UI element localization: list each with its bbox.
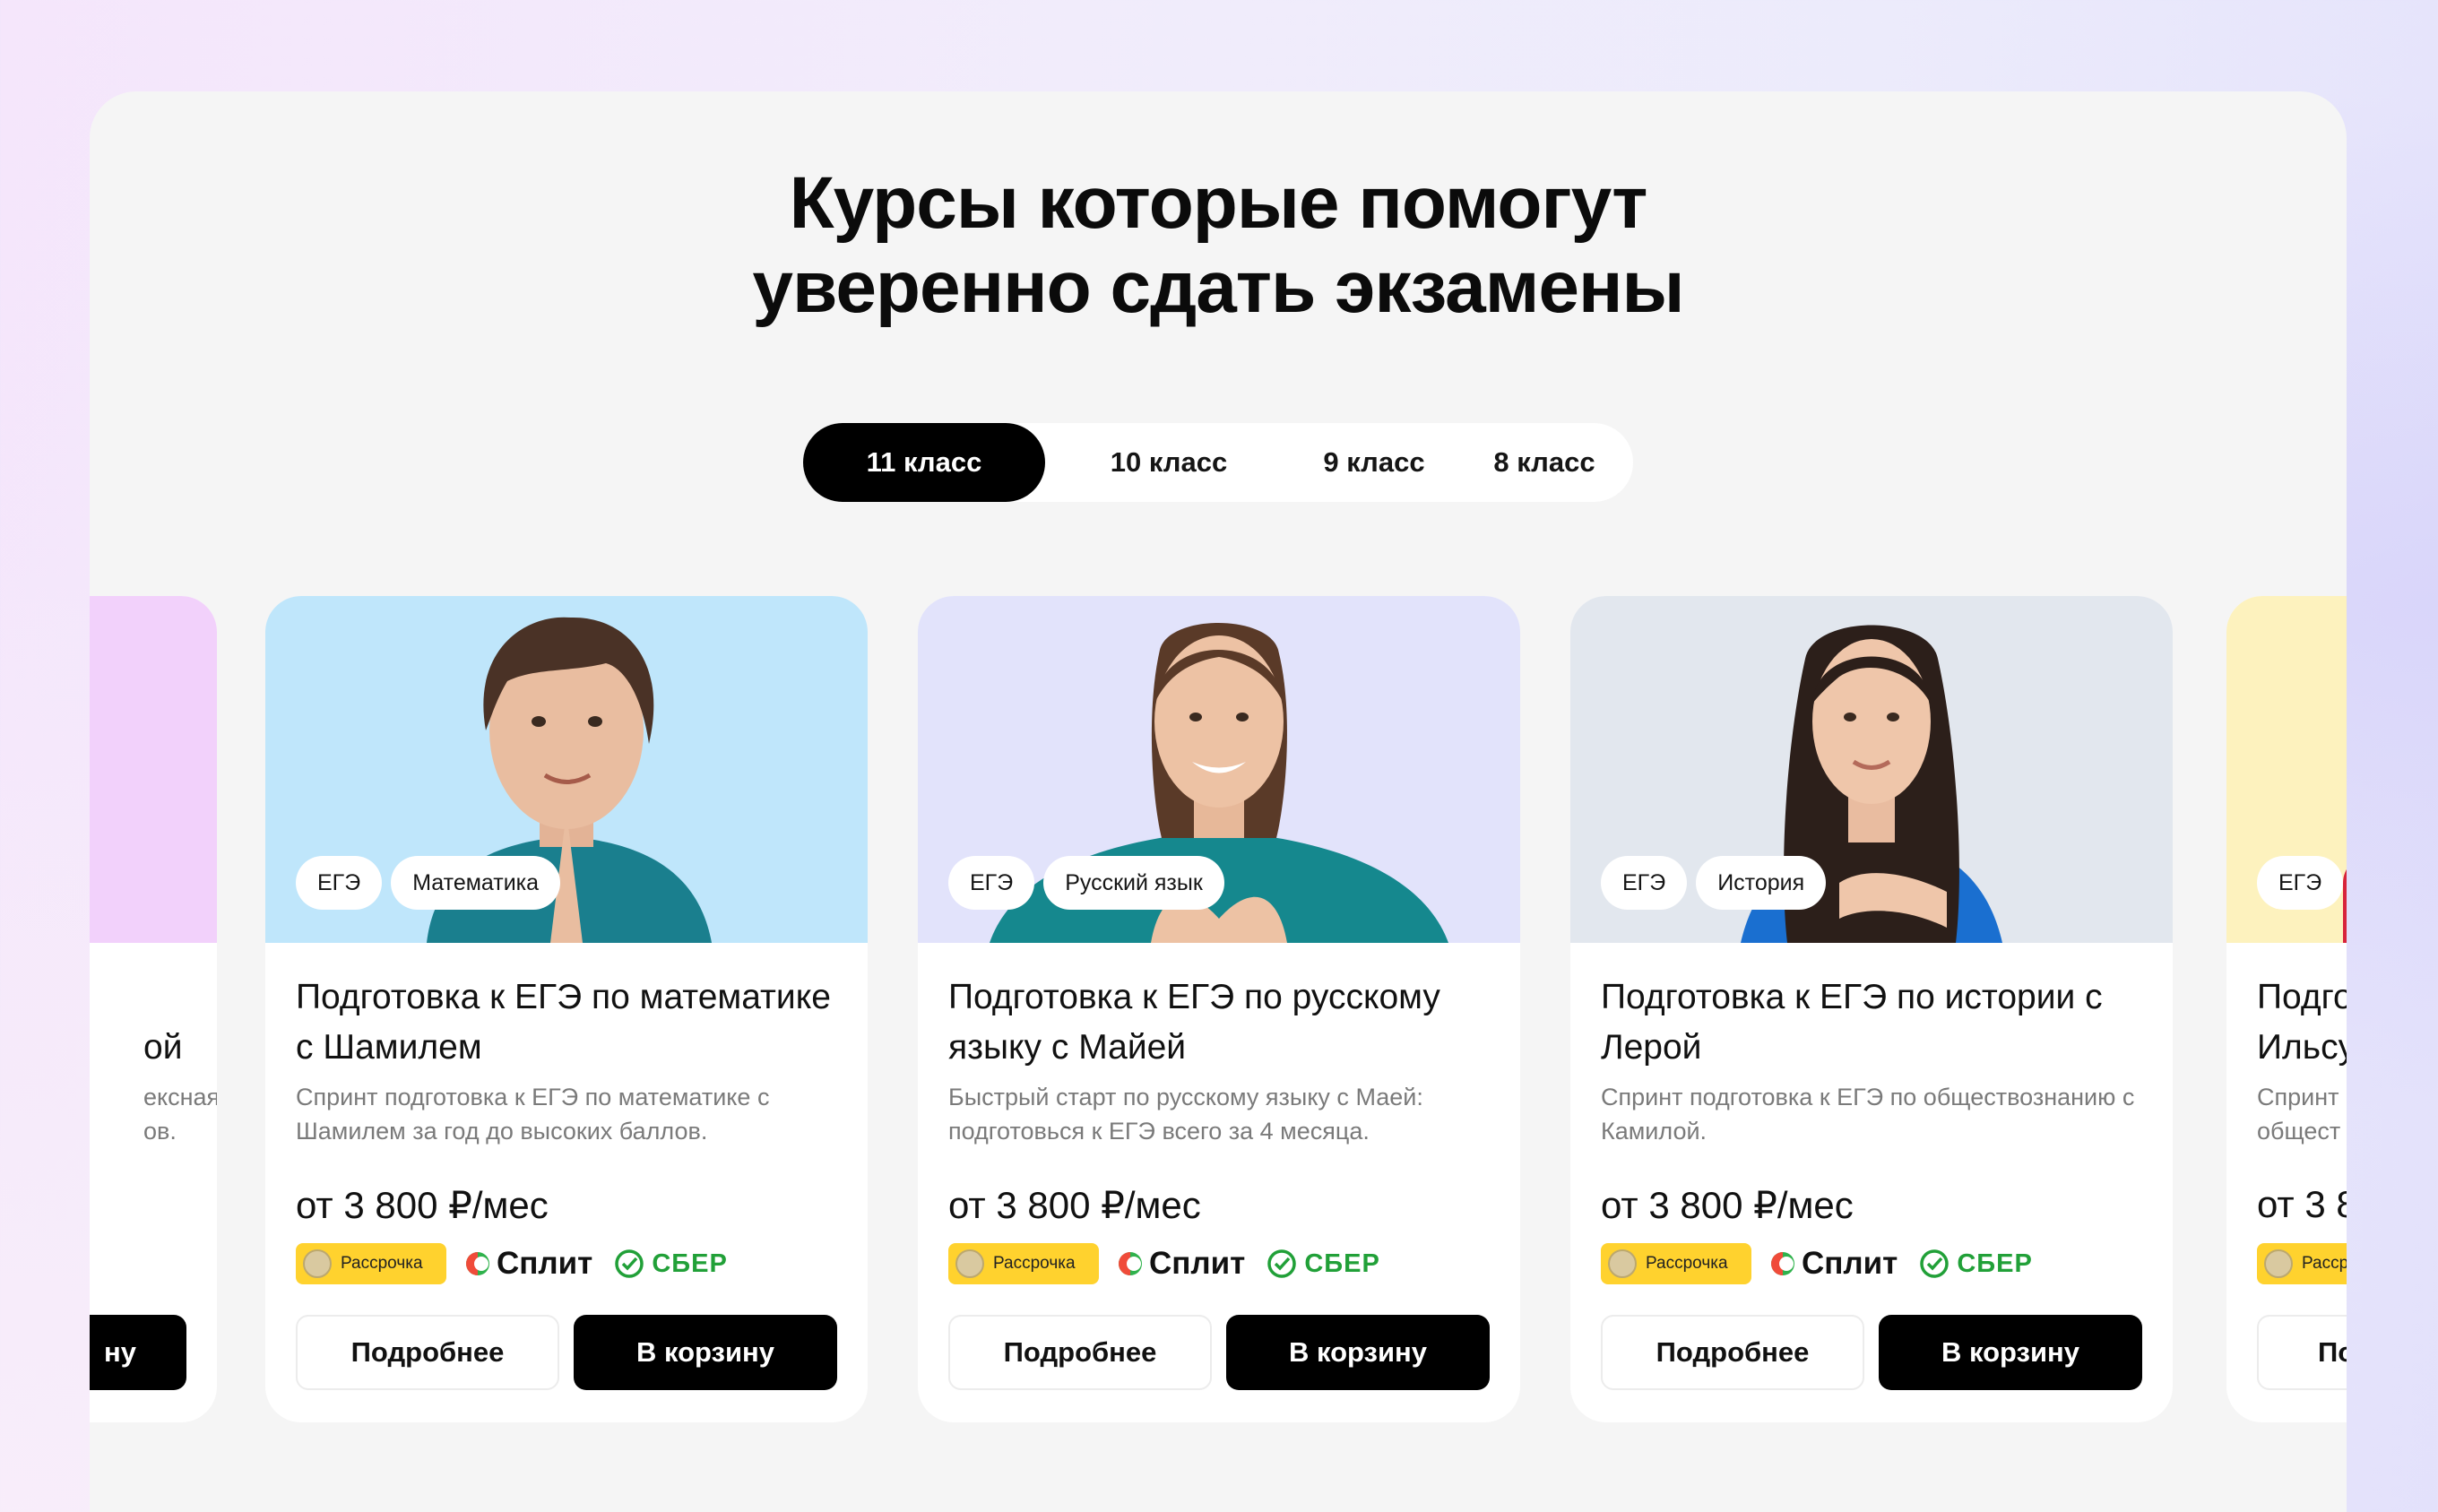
course-description-fragment: ексная [143, 1084, 217, 1110]
course-title: Подготовка к ЕГЭ по русскому языку с Май… [948, 978, 1440, 1067]
course-description-fragment: общест [2257, 1118, 2341, 1145]
course-title-fragment: Подго [2257, 978, 2347, 1016]
tag-exam: ЕГЭ [296, 856, 383, 910]
split-badge: Сплит [1769, 1246, 1898, 1282]
split-badge: Сплит [1117, 1246, 1245, 1282]
installment-label: Рассрочка [993, 1254, 1076, 1273]
section-title: Курсы которые помогут уверенно сдать экз… [90, 161, 2347, 330]
course-description: Быстрый старт по русскому языку с Маей: … [948, 1084, 1423, 1145]
coin-icon [1608, 1249, 1637, 1278]
tag-exam: ЕГЭ [948, 856, 1035, 910]
sber-check-icon [1920, 1249, 1950, 1278]
course-description-fragment: ов. [143, 1118, 177, 1145]
course-tags: ЕГЭ Русский язык [948, 856, 1224, 910]
add-to-cart-button[interactable]: В корзину [1226, 1315, 1490, 1390]
add-to-cart-button[interactable]: В корзину [1879, 1315, 2142, 1390]
course-price: от 3 800 ₽/мес [1601, 1184, 1854, 1226]
sber-check-icon [1267, 1249, 1297, 1278]
installment-badge: Рассро [2257, 1243, 2347, 1284]
tab-10-class[interactable]: 10 класс [1045, 423, 1292, 502]
tag-subject: Русский язык [1043, 856, 1224, 910]
sber-label: СБЕР [1304, 1248, 1380, 1278]
split-icon [1119, 1252, 1142, 1275]
course-card[interactable]: ЕГЭ Русский язык Подготовка к ЕГЭ по рус… [918, 596, 1520, 1422]
installment-label: Рассрочка [1646, 1254, 1728, 1273]
installment-label: Рассрочка [341, 1254, 423, 1273]
payment-options: Рассрочка Сплит СБЕР [948, 1243, 1380, 1284]
coin-icon [2264, 1249, 2293, 1278]
course-card-partial-left[interactable]: ой ексная ов. ну [90, 596, 217, 1422]
course-title: ой [90, 972, 192, 1073]
split-icon [466, 1252, 489, 1275]
course-title: Подго Ильсу [2257, 972, 2347, 1073]
split-badge: Сплит [464, 1246, 592, 1282]
course-description-fragment: Спринт [2257, 1084, 2339, 1110]
installment-badge: Рассрочка [948, 1243, 1099, 1284]
tag-subject: Математика [391, 856, 561, 910]
tab-9-class[interactable]: 9 класс [1292, 423, 1456, 502]
split-label: Сплит [497, 1246, 593, 1281]
course-title-fragment: ой [143, 1028, 183, 1067]
teacher-photo-fragment [2343, 856, 2347, 943]
installment-badge: Рассрочка [296, 1243, 446, 1284]
course-title-fragment: Ильсу [2257, 1028, 2347, 1067]
split-label: Сплит [1149, 1246, 1246, 1281]
split-icon [1771, 1252, 1794, 1275]
installment-label: Рассро [2302, 1254, 2347, 1273]
coin-icon [955, 1249, 984, 1278]
course-tags: ЕГЭ [2257, 856, 2344, 910]
course-title: Подготовка к ЕГЭ по истории с Лерой [1601, 978, 2103, 1067]
details-label: По [2318, 1336, 2347, 1368]
sber-badge: СБЕР [1919, 1248, 2032, 1279]
split-label: Сплит [1802, 1246, 1898, 1281]
section-title-line1: Курсы которые помогут [789, 162, 1648, 244]
course-card[interactable]: ЕГЭ История Подготовка к ЕГЭ по истории … [1570, 596, 2173, 1422]
course-description: Спринт подготовка к ЕГЭ по обществознани… [1601, 1084, 2135, 1145]
tab-8-class[interactable]: 8 класс [1456, 423, 1633, 502]
section-title-line2: уверенно сдать экзамены [752, 246, 1684, 328]
payment-options: Рассро [2257, 1243, 2347, 1284]
installment-badge: Рассрочка [1601, 1243, 1751, 1284]
course-price: от 3 8 [2257, 1183, 2347, 1225]
add-to-cart-button[interactable]: ну [90, 1315, 186, 1390]
sber-label: СБЕР [1957, 1248, 2033, 1278]
course-card-partial-right[interactable]: ЕГЭ Подго Ильсу Спринт общест от 3 8 Рас… [2226, 596, 2347, 1422]
sber-label: СБЕР [652, 1248, 728, 1278]
payment-options: Рассрочка Сплит СБЕР [1601, 1243, 2033, 1284]
course-description: ексная ов. [90, 1080, 217, 1148]
course-description: Спринт общест [2257, 1080, 2347, 1148]
sber-badge: СБЕР [1267, 1248, 1379, 1279]
course-card[interactable]: ЕГЭ Математика Подготовка к ЕГЭ по матем… [265, 596, 868, 1422]
courses-section: Курсы которые помогут уверенно сдать экз… [90, 91, 2347, 1512]
payment-options: Рассрочка Сплит СБЕР [296, 1243, 728, 1284]
details-button[interactable]: Подробнее [1601, 1315, 1864, 1390]
sber-badge: СБЕР [614, 1248, 727, 1279]
course-title: Подготовка к ЕГЭ по математике с Шамилем [296, 978, 831, 1067]
course-carousel: ой ексная ов. ну ЕГЭ Математика Подготов… [90, 596, 2347, 1422]
sber-check-icon [615, 1249, 644, 1278]
add-to-cart-label: ну [104, 1336, 136, 1368]
grade-tabs: 11 класс 10 класс 9 класс 8 класс [803, 423, 1633, 502]
tag-subject: История [1696, 856, 1827, 910]
coin-icon [303, 1249, 332, 1278]
tag-exam: ЕГЭ [2257, 856, 2344, 910]
details-button[interactable]: Подробнее [296, 1315, 559, 1390]
course-tags: ЕГЭ Математика [296, 856, 561, 910]
tag-exam: ЕГЭ [1601, 856, 1688, 910]
details-button[interactable]: Подробнее [948, 1315, 1212, 1390]
course-price: от 3 800 ₽/мес [296, 1184, 549, 1226]
course-tags: ЕГЭ История [1601, 856, 1827, 910]
add-to-cart-button[interactable]: В корзину [574, 1315, 837, 1390]
tab-11-class[interactable]: 11 класс [803, 423, 1045, 502]
course-description: Спринт подготовка к ЕГЭ по математике с … [296, 1084, 770, 1145]
course-photo [90, 596, 217, 943]
details-button[interactable]: По [2257, 1315, 2347, 1390]
course-price: от 3 800 ₽/мес [948, 1184, 1201, 1226]
